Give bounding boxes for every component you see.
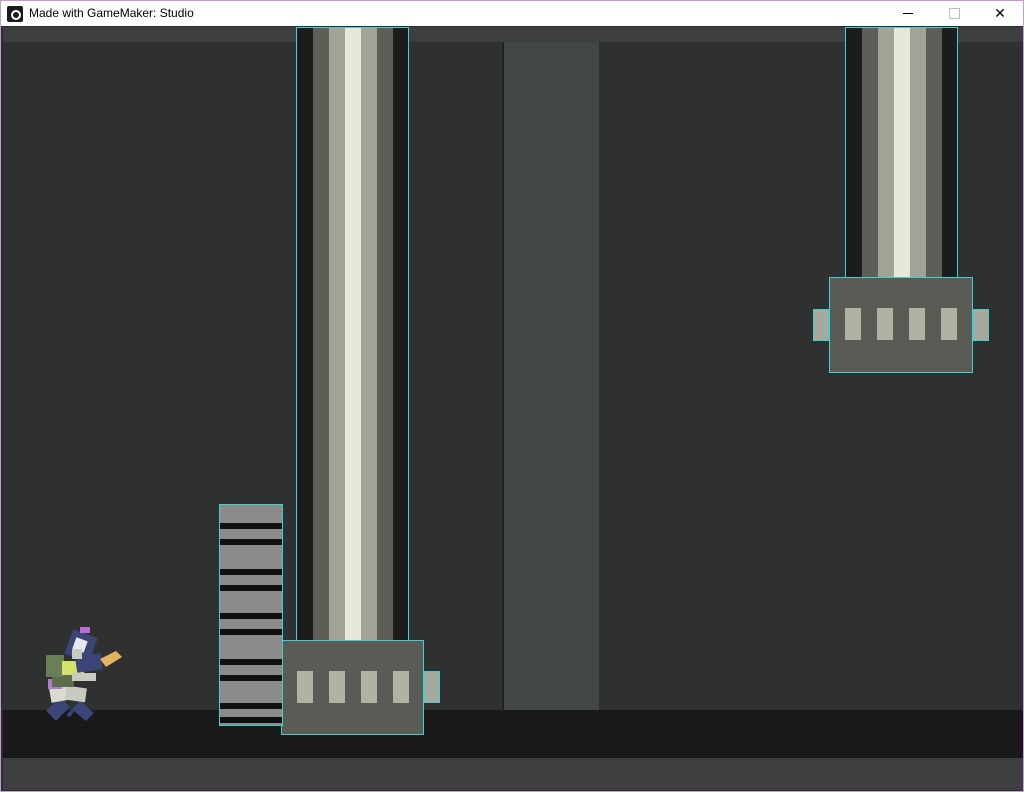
crusher-piston-head-right xyxy=(829,277,973,373)
minimize-icon xyxy=(903,13,913,14)
game-window: Made with GameMaker: Studio ✕ xyxy=(0,0,1024,792)
game-canvas[interactable] xyxy=(3,27,1023,790)
wall-column xyxy=(504,42,599,712)
spring-block xyxy=(219,504,283,726)
crusher-piston-shaft-right xyxy=(845,27,958,279)
window-title: Made with GameMaker: Studio xyxy=(29,6,194,20)
player-character xyxy=(46,627,122,721)
title-bar[interactable]: Made with GameMaker: Studio ✕ xyxy=(1,1,1023,26)
crusher-piston-head-left xyxy=(281,640,424,735)
floor xyxy=(3,710,1023,758)
crusher-piston-nub-right-left xyxy=(813,309,829,341)
floor-base xyxy=(3,758,1023,790)
crusher-piston-nub-left xyxy=(424,671,440,703)
maximize-icon xyxy=(948,8,960,19)
crusher-piston-nub-right-right xyxy=(973,309,989,341)
gamemaker-icon xyxy=(7,6,23,22)
maximize-button[interactable] xyxy=(931,1,977,26)
crusher-piston-shaft-left xyxy=(296,27,409,641)
close-icon: ✕ xyxy=(994,5,1006,21)
close-button[interactable]: ✕ xyxy=(977,1,1023,26)
minimize-button[interactable] xyxy=(885,1,931,26)
